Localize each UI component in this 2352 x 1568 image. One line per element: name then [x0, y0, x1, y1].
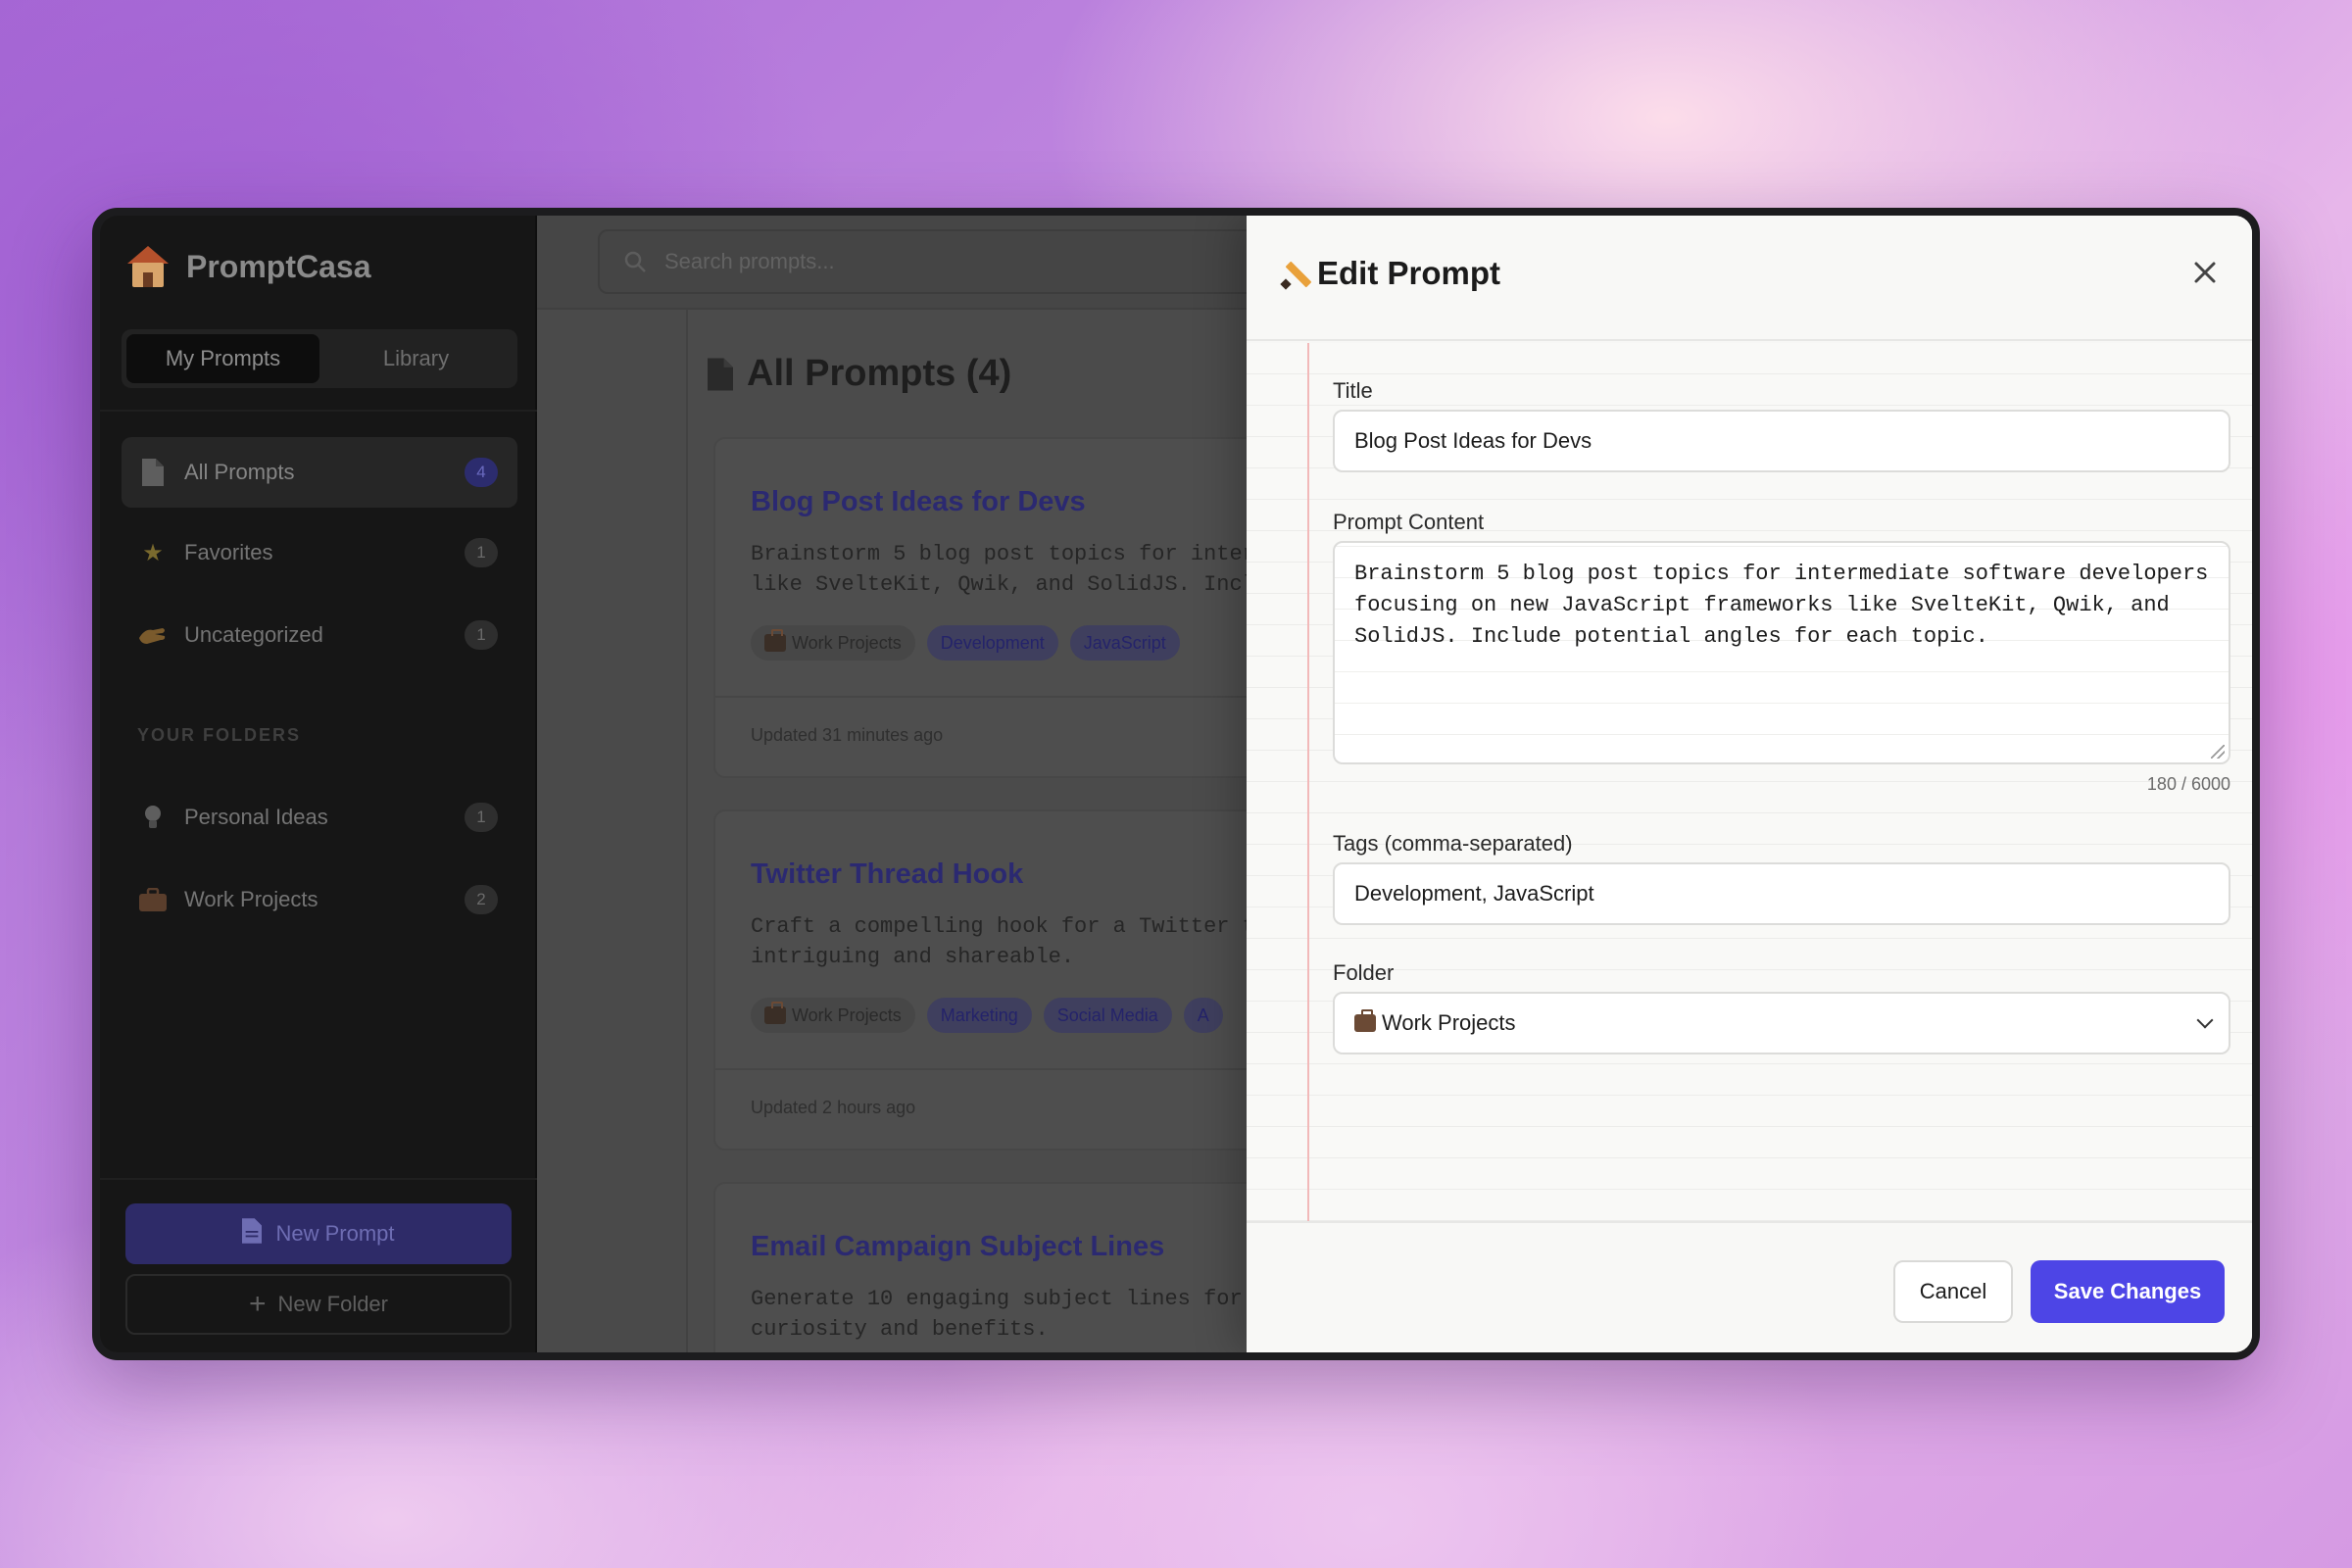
tab-my-prompts[interactable]: My Prompts [126, 334, 319, 383]
count-badge: 4 [465, 458, 498, 487]
view-switcher: My Prompts Library [122, 329, 517, 388]
updated-timestamp: Updated 31 minutes ago [751, 725, 944, 745]
count-badge: 2 [465, 885, 498, 914]
save-changes-button[interactable]: Save Changes [2031, 1260, 2225, 1323]
document-icon [139, 459, 167, 486]
count-badge: 1 [465, 620, 498, 650]
sidebar-item-personal-ideas[interactable]: Personal Ideas 1 [122, 782, 517, 853]
lightbulb-icon [139, 804, 167, 831]
modal-header: Edit Prompt [1247, 216, 2252, 341]
folders-heading: YOUR FOLDERS [137, 725, 302, 745]
document-icon [242, 1218, 263, 1250]
close-button[interactable] [2185, 253, 2225, 292]
close-icon [2194, 262, 2216, 283]
brand: PromptCasa [127, 239, 371, 294]
star-icon: ★ [142, 539, 164, 566]
tag-chip[interactable]: Development [926, 625, 1058, 661]
briefcase-icon [764, 1002, 786, 1024]
title-input[interactable]: Blog Post Ideas for Devs [1333, 410, 2230, 472]
character-counter: 180 / 6000 [2146, 774, 2230, 794]
page-title-text: All Prompts (4) [747, 353, 1012, 394]
briefcase-icon [139, 886, 167, 913]
app-name: PromptCasa [186, 248, 371, 284]
modal-footer: Cancel Save Changes [1247, 1221, 2252, 1352]
folder-select-value: Work Projects [1382, 1010, 1516, 1035]
cancel-button[interactable]: Cancel [1893, 1260, 2013, 1323]
modal-form: Title Blog Post Ideas for Devs Prompt Co… [1247, 343, 2252, 1221]
tag-chip[interactable]: Social Media [1043, 998, 1172, 1033]
new-prompt-button[interactable]: New Prompt [125, 1203, 512, 1264]
app-window: PromptCasa My Prompts Library All Prompt… [92, 208, 2260, 1360]
tags-input[interactable]: Development, JavaScript [1333, 862, 2230, 925]
modal-title: Edit Prompt [1280, 255, 1500, 292]
new-folder-label: New Folder [277, 1292, 388, 1316]
new-folder-button[interactable]: + New Folder [125, 1274, 512, 1335]
new-prompt-label: New Prompt [275, 1221, 395, 1246]
tag-chip[interactable]: Marketing [926, 998, 1032, 1033]
sidebar-item-uncategorized[interactable]: Uncategorized 1 [122, 600, 517, 670]
folder-tag: Work Projects [751, 625, 915, 661]
page-title: All Prompts (4) [708, 353, 1011, 395]
sidebar-item-label: Personal Ideas [184, 805, 328, 829]
sidebar-divider [100, 1178, 537, 1180]
tag-list: Work Projects Marketing Social Media A [751, 998, 1223, 1033]
modal-title-text: Edit Prompt [1317, 255, 1500, 291]
pencil-icon [1280, 259, 1312, 290]
plus-icon: + [248, 1288, 267, 1320]
prompt-card-title[interactable]: Twitter Thread Hook [751, 858, 1023, 891]
tag-chip[interactable]: JavaScript [1069, 625, 1180, 661]
sidebar-item-label: Work Projects [184, 887, 318, 911]
count-badge: 1 [465, 803, 498, 832]
sidebar: PromptCasa My Prompts Library All Prompt… [100, 216, 537, 1352]
search-input[interactable]: Search prompts... [664, 249, 835, 274]
prompt-content-label: Prompt Content [1333, 510, 1485, 534]
tag-list: Work Projects Development JavaScript [751, 625, 1180, 661]
tags-label: Tags (comma-separated) [1333, 831, 1573, 856]
prompt-content-textarea[interactable]: Brainstorm 5 blog post topics for interm… [1333, 541, 2230, 764]
folder-select[interactable]: Work Projects [1333, 992, 2230, 1054]
sidebar-item-label: Uncategorized [184, 622, 323, 647]
sidebar-item-all-prompts[interactable]: All Prompts 4 [122, 437, 517, 508]
document-icon [708, 357, 733, 391]
edit-prompt-panel: Edit Prompt Title Blog Post Ideas for De… [1247, 216, 2252, 1352]
hand-icon [139, 621, 167, 649]
sidebar-item-work-projects[interactable]: Work Projects 2 [122, 864, 517, 935]
sidebar-divider [100, 410, 537, 412]
chevron-down-icon [2196, 1011, 2214, 1029]
title-label: Title [1333, 378, 1373, 403]
folder-label: Folder [1333, 960, 1395, 985]
resize-handle-icon[interactable] [2211, 745, 2225, 759]
house-logo-icon [127, 246, 169, 287]
notebook-margin-line [1307, 343, 1309, 1221]
search-icon [624, 251, 646, 272]
folder-tag: Work Projects [751, 998, 915, 1033]
briefcase-icon [764, 629, 786, 652]
prompt-card-title[interactable]: Blog Post Ideas for Devs [751, 486, 1086, 518]
briefcase-icon [1354, 1009, 1376, 1032]
tab-library[interactable]: Library [319, 334, 513, 383]
sidebar-item-favorites[interactable]: ★ Favorites 1 [122, 517, 517, 588]
count-badge: 1 [465, 538, 498, 567]
prompt-card-title[interactable]: Email Campaign Subject Lines [751, 1231, 1164, 1263]
sidebar-item-label: Favorites [184, 540, 273, 564]
updated-timestamp: Updated 2 hours ago [751, 1098, 916, 1117]
sidebar-item-label: All Prompts [184, 460, 295, 484]
tag-chip[interactable]: A [1183, 998, 1223, 1033]
